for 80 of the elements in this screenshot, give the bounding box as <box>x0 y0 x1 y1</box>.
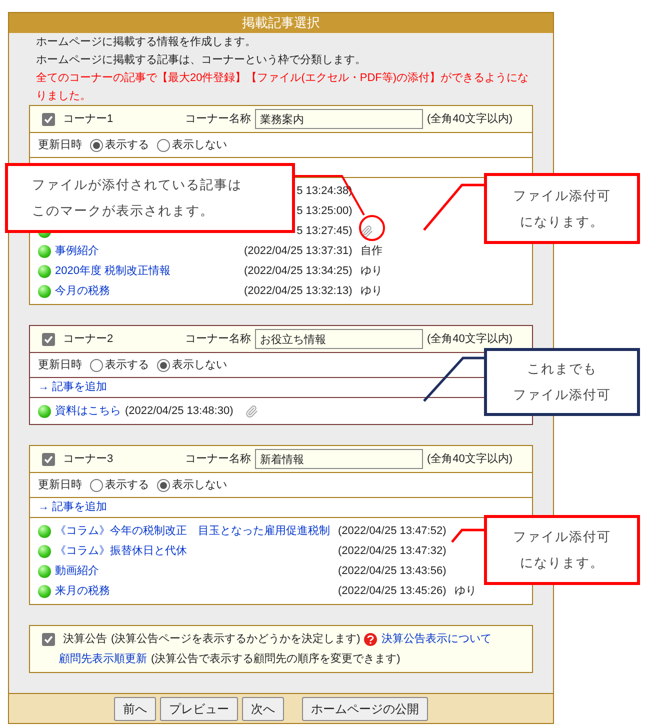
article-date: (2022/04/25 13:45:26) <box>338 584 446 599</box>
add-article-link[interactable]: → 記事を追加 <box>38 499 108 516</box>
order-link[interactable]: 顧問先表示順更新 <box>59 650 147 668</box>
limit-note: (全角40文字以内) <box>427 452 513 467</box>
notice-text: 全てのコーナーの記事で【最大20件登録】【ファイル(エクセル・PDF等)の添付】ができるようになりました。 <box>35 70 530 104</box>
article-date: 5 13:27:45) <box>296 224 352 239</box>
callout-text: ファイル添付可 <box>513 386 611 404</box>
limit-note: (全角40文字以内) <box>427 332 513 347</box>
radio-button[interactable] <box>90 138 103 152</box>
nav-button[interactable]: ホームページの公開 <box>302 696 428 720</box>
article-link[interactable]: 来月の税務 <box>55 582 110 600</box>
paperclip-icon <box>245 404 258 418</box>
intro-text: ホームページに掲載する情報を作成します。 <box>35 35 257 50</box>
article-author: ゆり <box>454 584 476 599</box>
article-date: (2022/04/25 13:34:25) <box>244 264 352 279</box>
article-date: (2022/04/25 13:37:31) <box>244 244 352 259</box>
radio-button[interactable] <box>157 358 170 372</box>
nav-button[interactable]: 前へ <box>114 696 156 720</box>
date-label: 更新日時 <box>38 358 82 373</box>
order-description: (決算公告で表示する顧問先の順序を変更できます) <box>151 652 400 667</box>
callout-text: ファイル添付可 <box>513 186 611 204</box>
settlement-description: (決算公告ページを表示するかどうかを決定します) <box>111 632 360 647</box>
corner-label: コーナー1 <box>63 112 114 127</box>
corner-name-field[interactable]: お役立ち情報 <box>255 329 423 349</box>
radio-button[interactable] <box>157 478 170 492</box>
nav-button[interactable]: 次へ <box>242 696 284 720</box>
article-date: (2022/04/25 13:47:52) <box>338 524 446 539</box>
corner-name-label: コーナー名称 <box>185 452 251 467</box>
article-link[interactable]: 《コラム》今年の税制改正 目玉となった雇用促進税制 <box>55 522 330 540</box>
help-link[interactable]: 決算公告表示について <box>381 630 492 648</box>
article-link[interactable]: 事例紹介 <box>55 242 99 260</box>
date-label: 更新日時 <box>38 138 82 153</box>
corner-name-label: コーナー名称 <box>185 112 251 127</box>
help-icon <box>364 632 378 646</box>
article-link[interactable]: 資料はこちら <box>55 402 121 420</box>
date-label: 更新日時 <box>38 478 82 493</box>
limit-note: (全角40文字以内) <box>427 112 513 127</box>
radio-button[interactable] <box>90 478 103 492</box>
article-date: (2022/04/25 13:43:56) <box>338 564 446 579</box>
checkbox[interactable] <box>42 112 55 126</box>
checkbox[interactable] <box>42 452 55 466</box>
callout-text: ファイル添付可 <box>513 528 611 546</box>
checkbox[interactable] <box>42 332 55 346</box>
highlight-ring <box>359 215 385 241</box>
settlement-label: 決算公告 <box>63 632 107 647</box>
corner-label: コーナー2 <box>63 332 114 347</box>
corner-name-label: コーナー名称 <box>185 332 251 347</box>
radio-label: 表示しない <box>172 478 227 493</box>
radio-button[interactable] <box>90 358 103 372</box>
paperclip-icon <box>360 224 374 238</box>
nav-button[interactable]: プレビュー <box>160 696 238 720</box>
article-link[interactable]: 動画紹介 <box>55 562 99 580</box>
corner-name-field[interactable]: 新着情報 <box>255 449 423 469</box>
radio-label: 表示する <box>105 358 149 373</box>
callout-text: になります。 <box>520 212 604 230</box>
article-date: (2022/04/25 13:48:30) <box>125 404 234 419</box>
article-link[interactable]: 今月の税務 <box>55 282 110 300</box>
article-author: ゆり <box>360 264 382 279</box>
corner-label: コーナー3 <box>63 452 114 467</box>
article-date: (2022/04/25 13:47:32) <box>338 544 446 559</box>
checkbox[interactable] <box>42 632 55 646</box>
add-article-link[interactable]: → 記事を追加 <box>38 379 108 396</box>
radio-label: 表示する <box>105 478 149 493</box>
article-author: 自作 <box>360 244 382 259</box>
radio-label: 表示する <box>105 138 149 153</box>
radio-label: 表示しない <box>172 138 227 153</box>
callout-text: このマークが表示されます。 <box>32 202 214 220</box>
callout-text: これまでも <box>527 360 597 378</box>
article-date: 5 13:25:00) <box>296 204 352 219</box>
article-date: (2022/04/25 13:32:13) <box>244 284 352 299</box>
radio-button[interactable] <box>157 138 170 152</box>
corner-name-field[interactable]: 業務案内 <box>255 109 423 129</box>
callout-text: ファイルが添付されている記事は <box>32 176 242 194</box>
article-link[interactable]: 2020年度 税制改正情報 <box>55 262 171 280</box>
window-title: 掲載記事選択 <box>9 13 553 33</box>
article-link[interactable]: 《コラム》振替休日と代休 <box>55 542 187 560</box>
callout-text: になります。 <box>520 554 604 572</box>
intro-text: ホームページに掲載する記事は、コーナーという枠で分類します。 <box>35 53 367 68</box>
radio-label: 表示しない <box>172 358 227 373</box>
article-author: ゆり <box>360 284 382 299</box>
